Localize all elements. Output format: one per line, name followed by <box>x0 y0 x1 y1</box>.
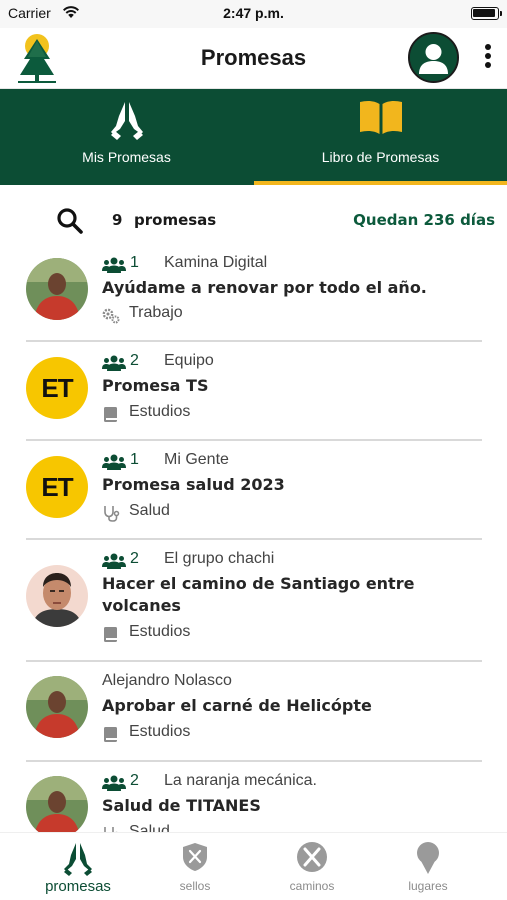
users-icon <box>102 553 126 569</box>
status-bar: Carrier 2:47 p.m. <box>0 0 507 28</box>
list-item[interactable]: 2 El grupo chachi Hacer el camino de San… <box>0 540 507 661</box>
category-label: Estudios <box>129 723 191 740</box>
battery-icon <box>471 7 502 20</box>
member-count: 2 <box>130 772 139 789</box>
promise-count-label: promesas <box>134 211 217 229</box>
tab-libro-de-promesas[interactable]: Libro de Promesas <box>254 89 507 185</box>
search-icon[interactable] <box>56 207 84 235</box>
promise-title: Promesa TS <box>102 376 209 395</box>
avatar <box>26 258 88 320</box>
nav-sellos[interactable]: sellos <box>133 833 257 900</box>
promise-title: Salud de TITANES <box>102 796 261 815</box>
tab-bar: Mis Promesas Libro de Promesas <box>0 89 507 185</box>
map-pin-icon <box>417 842 439 874</box>
shield-tools-icon <box>183 843 207 871</box>
book-icon <box>104 407 117 422</box>
avatar <box>26 676 88 738</box>
avatar <box>26 565 88 627</box>
nav-promesas[interactable]: promesas <box>16 833 140 900</box>
avatar <box>26 776 88 832</box>
nav-caminos-label: caminos <box>289 879 335 893</box>
promise-title: Ayúdame a renovar por todo el año. <box>102 278 427 297</box>
member-count: 1 <box>130 451 139 468</box>
book-icon <box>104 627 117 642</box>
nav-lugares[interactable]: lugares <box>366 833 490 900</box>
list-item[interactable]: ET 2 Equipo Promesa TS Estudios <box>0 342 507 441</box>
promise-title: Aprobar el carné de Helicópte <box>102 696 372 715</box>
group-name: La naranja mecánica. <box>164 772 317 789</box>
praying-hands-icon <box>110 102 143 140</box>
promise-count: 9 <box>112 211 123 229</box>
stethoscope-icon <box>104 506 120 522</box>
list-item[interactable]: ET 1 Mi Gente Promesa salud 2023 Salud <box>0 441 507 540</box>
tab-mis-promesas[interactable]: Mis Promesas <box>0 89 253 185</box>
category-label: Trabajo <box>129 304 183 321</box>
list-item[interactable]: 2 La naranja mecánica. Salud de TITANES … <box>0 762 507 832</box>
member-count: 2 <box>130 352 139 369</box>
tab-mis-promesas-label: Mis Promesas <box>82 149 171 165</box>
gears-icon <box>102 308 120 324</box>
group-name: Equipo <box>164 352 214 369</box>
promise-list: 1 Kamina Digital Ayúdame a renovar por t… <box>0 246 507 832</box>
list-toolbar: 9 promesas Quedan 236 días <box>0 195 507 243</box>
users-icon <box>102 775 126 791</box>
category-label: Salud <box>129 502 170 519</box>
promise-title: Hacer el camino de Santiago entre volcan… <box>102 574 415 615</box>
category-label: Estudios <box>129 403 191 420</box>
nav-caminos[interactable]: caminos <box>250 833 374 900</box>
praying-hands-icon <box>64 843 92 876</box>
member-count: 2 <box>130 550 139 567</box>
group-name: Kamina Digital <box>164 254 268 271</box>
owner-name: Alejandro Nolasco <box>102 672 232 689</box>
member-count: 1 <box>130 254 139 271</box>
crossed-tools-icon <box>297 842 327 872</box>
status-time: 2:47 p.m. <box>223 5 284 21</box>
users-icon <box>102 257 126 273</box>
avatar: ET <box>26 357 88 419</box>
days-remaining: Quedan 236 días <box>353 211 495 229</box>
list-item[interactable]: 1 Kamina Digital Ayúdame a renovar por t… <box>0 246 507 343</box>
avatar: ET <box>26 456 88 518</box>
users-icon <box>102 355 126 371</box>
active-tab-indicator <box>254 181 507 185</box>
nav-promesas-label: promesas <box>45 878 111 895</box>
users-icon <box>102 454 126 470</box>
app-header: Promesas <box>0 28 507 89</box>
nav-lugares-label: lugares <box>408 879 448 893</box>
tab-libro-label: Libro de Promesas <box>321 149 440 165</box>
nav-sellos-label: sellos <box>179 879 211 893</box>
more-vertical-icon[interactable] <box>477 42 499 74</box>
user-avatar-icon[interactable] <box>408 32 459 83</box>
list-item[interactable]: Alejandro Nolasco Aprobar el carné de He… <box>0 662 507 761</box>
promise-title: Promesa salud 2023 <box>102 475 285 494</box>
category-label: Estudios <box>129 623 191 640</box>
group-name: Mi Gente <box>164 451 229 468</box>
category-label: Salud <box>129 823 170 832</box>
bottom-nav: promesas sellos caminos lugares <box>0 832 507 900</box>
group-name: El grupo chachi <box>164 550 275 567</box>
book-icon <box>104 727 117 742</box>
open-book-icon <box>359 100 402 134</box>
